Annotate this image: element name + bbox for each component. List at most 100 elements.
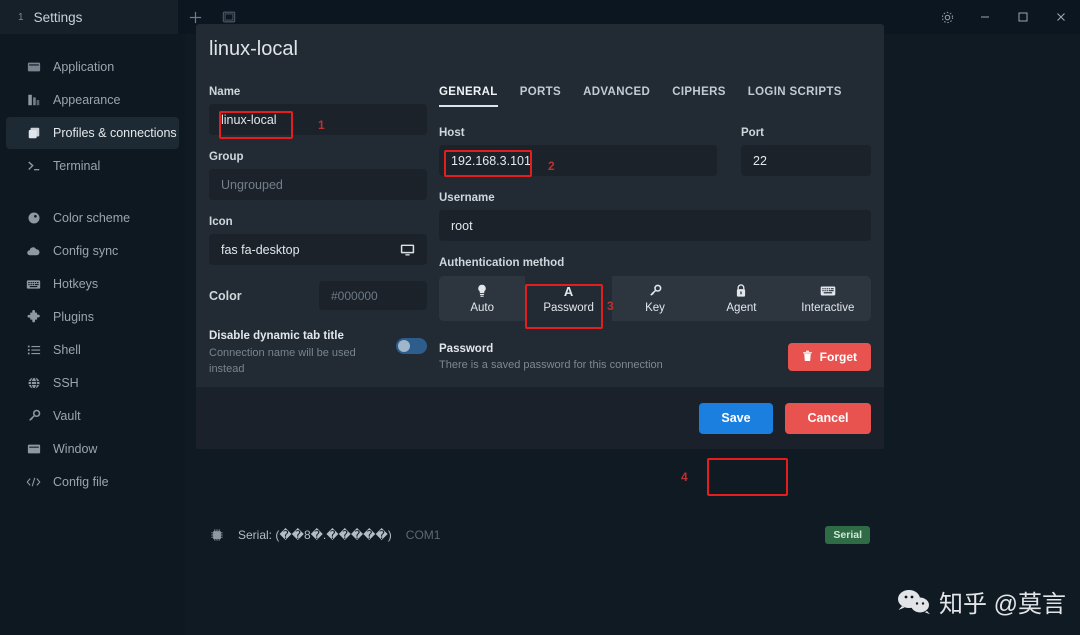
application-icon [26, 60, 41, 75]
lightbulb-icon [476, 284, 488, 299]
palette-icon [26, 211, 41, 226]
sidebar-item-terminal[interactable]: Terminal [6, 150, 179, 182]
port-input[interactable]: 22 [741, 145, 871, 176]
icon-input[interactable]: fas fa-desktop [209, 234, 427, 265]
key-icon [26, 409, 41, 424]
auth-method-agent[interactable]: Agent [698, 276, 784, 321]
profile-right-column: GENERAL PORTS ADVANCED CIPHERS LOGIN SCR… [439, 86, 871, 371]
cloud-icon [26, 244, 41, 259]
window-icon [26, 442, 41, 457]
tab-index-label: 1 [18, 11, 24, 23]
profile-tabs: GENERAL PORTS ADVANCED CIPHERS LOGIN SCR… [439, 86, 871, 107]
forget-password-button[interactable]: Forget [787, 343, 871, 371]
sidebar-item-application[interactable]: Application [6, 51, 179, 83]
wechat-icon [897, 589, 931, 615]
toggle-knob [398, 340, 410, 352]
minimize-button[interactable] [966, 0, 1004, 34]
tab-advanced[interactable]: ADVANCED [583, 86, 650, 107]
icon-label: Icon [209, 216, 233, 228]
auth-method-label: Auto [470, 301, 495, 314]
auth-method-key[interactable]: Key [612, 276, 698, 321]
serial-connection-row[interactable]: Serial: (��8�.�����) COM1 Serial [196, 518, 884, 552]
annotation-number-1: 1 [318, 118, 325, 132]
sidebar-item-label: SSH [53, 376, 79, 390]
dialog-title: linux-local [209, 38, 298, 60]
chip-icon [210, 528, 224, 542]
sidebar-item-vault[interactable]: Vault [6, 400, 179, 432]
auth-method-label: Agent [726, 301, 757, 314]
sidebar-item-label: Application [53, 60, 115, 74]
save-button[interactable]: Save [699, 402, 773, 434]
key-icon [648, 284, 662, 299]
authentication-method-label: Authentication method [439, 257, 565, 269]
host-label: Host [439, 127, 465, 139]
auth-method-auto[interactable]: Auto [439, 276, 525, 321]
sidebar-item-ssh[interactable]: SSH [6, 367, 179, 399]
sidebar-item-plugins[interactable]: Plugins [6, 301, 179, 333]
color-input[interactable]: #000000 [319, 281, 427, 310]
settings-gear-button[interactable] [928, 0, 966, 34]
auth-method-password[interactable]: A Password [525, 276, 612, 321]
maximize-button[interactable] [1004, 0, 1042, 34]
icon-field-group: Icon fas fa-desktop [209, 216, 427, 265]
disable-dynamic-tab-title-row: Disable dynamic tab title Connection nam… [209, 330, 427, 378]
tab-settings[interactable]: 1 Settings [0, 0, 178, 34]
username-input[interactable]: root [439, 210, 871, 241]
password-row: Password There is a saved password for t… [439, 343, 871, 371]
sidebar-item-config-sync[interactable]: Config sync [6, 235, 179, 267]
tab-ports[interactable]: PORTS [520, 86, 561, 107]
annotation-number-3: 3 [607, 299, 614, 313]
sidebar-item-label: Config file [53, 475, 109, 489]
auth-method-label: Password [543, 301, 594, 314]
sidebar-item-config-file[interactable]: Config file [6, 466, 179, 498]
sidebar-item-window[interactable]: Window [6, 433, 179, 465]
sidebar-item-label: Shell [53, 343, 81, 357]
sidebar-item-appearance[interactable]: Appearance [6, 84, 179, 116]
dialog-footer: Save Cancel [196, 387, 884, 449]
group-field-group: Group Ungrouped [209, 151, 427, 200]
sidebar-item-label: Plugins [53, 310, 94, 324]
sidebar-item-shell[interactable]: Shell [6, 334, 179, 366]
serial-port-label: COM1 [405, 528, 441, 542]
toggle-description: Connection name will be used instead [209, 347, 356, 375]
cancel-button[interactable]: Cancel [785, 402, 871, 434]
host-input[interactable]: 192.168.3.101 [439, 145, 717, 176]
forget-label: Forget [819, 350, 857, 364]
tab-general[interactable]: GENERAL [439, 86, 498, 107]
group-label: Group [209, 151, 244, 163]
username-field-group: Username root [439, 192, 871, 241]
sidebar-item-label: Terminal [53, 159, 101, 173]
sidebar-item-hotkeys[interactable]: Hotkeys [6, 268, 179, 300]
terminal-icon [26, 159, 41, 174]
close-button[interactable] [1042, 0, 1080, 34]
letter-a-icon: A [563, 283, 574, 299]
sidebar-item-label: Vault [53, 409, 81, 423]
annotation-number-2: 2 [548, 159, 555, 173]
auth-method-interactive[interactable]: Interactive [785, 276, 871, 321]
profiles-icon [26, 126, 41, 141]
agent-icon [735, 284, 747, 299]
annotation-number-4: 4 [681, 470, 688, 484]
auth-method-label: Interactive [801, 301, 855, 314]
sidebar-item-label: Appearance [53, 93, 121, 107]
auth-method-label: Key [645, 301, 665, 314]
group-input[interactable]: Ungrouped [209, 169, 427, 200]
toggle-title: Disable dynamic tab title [209, 330, 344, 342]
sidebar-item-profiles-connections[interactable]: Profiles & connections [6, 117, 179, 149]
trash-icon [802, 350, 813, 365]
tab-ciphers[interactable]: CIPHERS [672, 86, 726, 107]
color-field-group: Color #000000 [209, 281, 427, 310]
password-description: There is a saved password for this conne… [439, 359, 663, 371]
tab-login-scripts[interactable]: LOGIN SCRIPTS [748, 86, 842, 107]
keyboard-icon [820, 284, 836, 299]
sidebar-item-color-scheme[interactable]: Color scheme [6, 202, 179, 234]
sidebar-divider [0, 183, 185, 201]
sidebar-item-label: Hotkeys [53, 277, 99, 291]
port-field-group: Port 22 [741, 127, 871, 176]
keyboard-icon [26, 277, 41, 292]
username-label: Username [439, 192, 495, 204]
icon-input-value: fas fa-desktop [221, 242, 300, 257]
disable-dynamic-tab-title-toggle[interactable] [396, 338, 427, 354]
watermark: 知乎 @莫言 [897, 584, 1066, 619]
list-icon [26, 343, 41, 358]
